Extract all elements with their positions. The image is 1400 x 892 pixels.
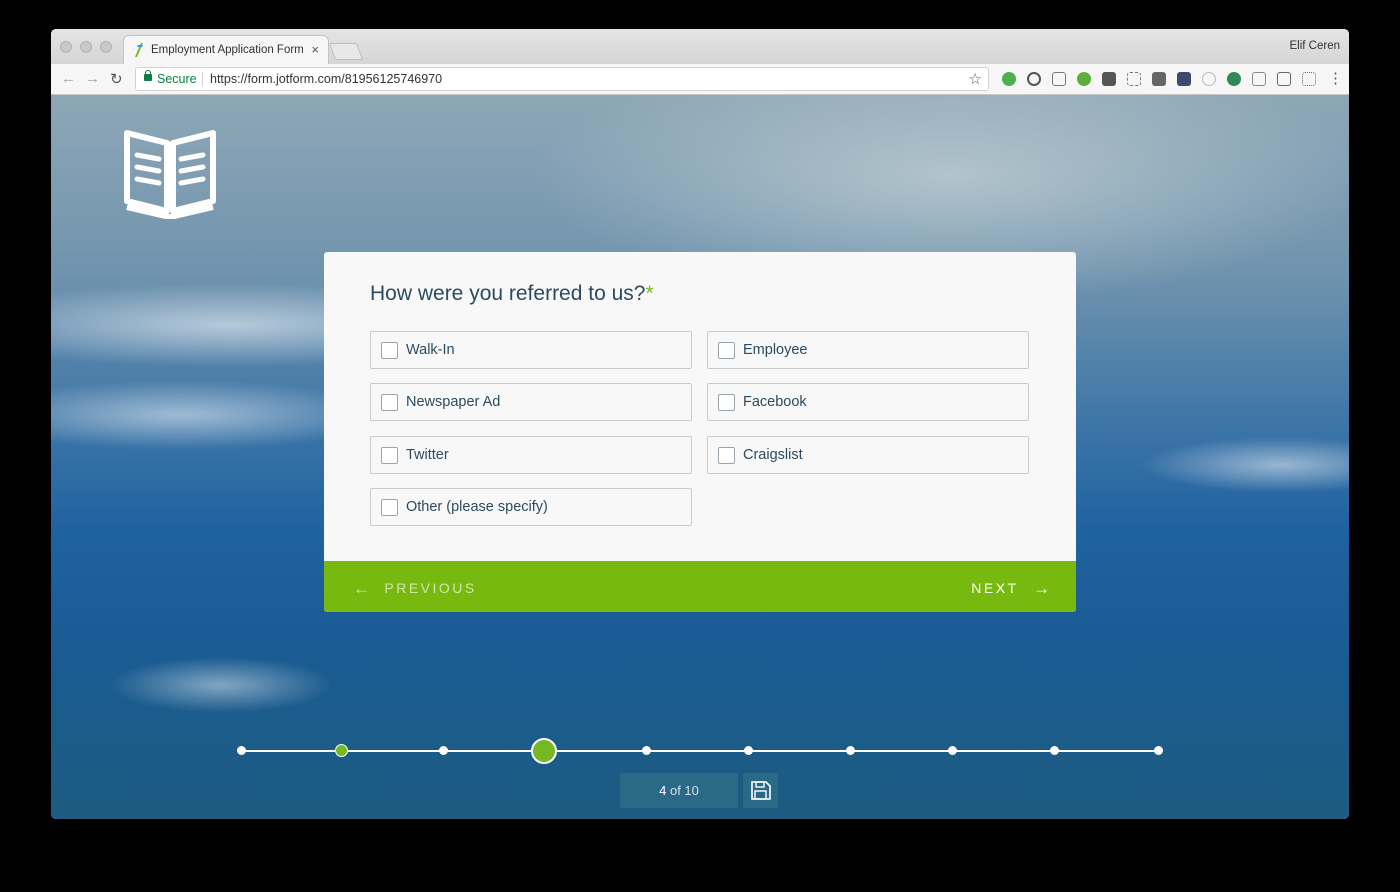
progress-step-7[interactable] <box>846 746 855 755</box>
arrow-left-icon: ← <box>353 579 370 598</box>
option-label: Walk-In <box>406 342 455 358</box>
page-counter: 4 of 10 <box>620 773 738 808</box>
option-label: Craigslist <box>743 447 803 463</box>
browser-menu-icon[interactable]: ⋮ <box>1328 69 1343 87</box>
url-text[interactable]: https://form.jotform.com/81956125746970 <box>210 72 442 86</box>
extension-3-icon[interactable] <box>1052 72 1066 86</box>
address-bar[interactable]: Secure https://form.jotform.com/81956125… <box>135 67 989 91</box>
option-facebook[interactable]: Facebook <box>707 383 1029 421</box>
book-logo-icon <box>124 130 216 219</box>
extension-11-icon[interactable] <box>1252 72 1266 86</box>
new-tab-button[interactable] <box>328 43 364 60</box>
option-employee[interactable]: Employee <box>707 331 1029 369</box>
checkbox[interactable] <box>718 447 735 464</box>
option-label: Twitter <box>406 447 449 463</box>
extension-6-icon[interactable] <box>1127 72 1141 86</box>
previous-label: PREVIOUS <box>384 580 477 596</box>
option-label: Employee <box>743 342 808 358</box>
maximize-window-button[interactable] <box>100 41 112 53</box>
reload-button[interactable]: ↻ <box>110 70 123 88</box>
option-label: Facebook <box>743 394 807 410</box>
option-label: Other (please specify) <box>406 499 548 515</box>
profile-name[interactable]: Elif Ceren <box>1290 40 1341 52</box>
option-label: Newspaper Ad <box>406 394 501 410</box>
url-divider <box>202 72 203 86</box>
progress-track <box>241 750 1159 752</box>
progress-step-10[interactable] <box>1154 746 1163 755</box>
required-asterisk: * <box>645 282 654 305</box>
progress-step-3[interactable] <box>439 746 448 755</box>
progress-step-2[interactable] <box>335 744 348 757</box>
progress-step-4-current[interactable] <box>531 738 557 764</box>
bookmark-star-icon[interactable]: ☆ <box>969 70 982 88</box>
extension-2-icon[interactable] <box>1027 72 1041 86</box>
floppy-disk-icon <box>751 781 771 800</box>
option-twitter[interactable]: Twitter <box>370 436 692 474</box>
extension-10-icon[interactable] <box>1227 72 1241 86</box>
question-card: How were you referred to us?* Walk-In Em… <box>324 252 1076 612</box>
extension-5-icon[interactable] <box>1102 72 1116 86</box>
previous-button[interactable]: ← PREVIOUS <box>353 578 477 598</box>
progress-step-9[interactable] <box>1050 746 1059 755</box>
secure-label: Secure <box>157 72 197 86</box>
checkbox[interactable] <box>381 394 398 411</box>
option-walk-in[interactable]: Walk-In <box>370 331 692 369</box>
close-tab-icon[interactable]: × <box>311 42 319 57</box>
checkbox[interactable] <box>381 499 398 516</box>
progress-step-5[interactable] <box>642 746 651 755</box>
browser-toolbar: ← → ↻ Secure https://form.jotform.com/81… <box>51 64 1349 95</box>
next-label: NEXT <box>971 580 1019 596</box>
lock-icon <box>144 70 152 81</box>
option-newspaper-ad[interactable]: Newspaper Ad <box>370 383 692 421</box>
browser-window: Employment Application Form × Elif Ceren… <box>51 29 1349 819</box>
checkbox[interactable] <box>718 394 735 411</box>
extension-4-icon[interactable] <box>1077 72 1091 86</box>
back-button[interactable]: ← <box>61 70 76 87</box>
current-page: 4 <box>659 783 667 798</box>
next-button[interactable]: NEXT → <box>971 578 1050 598</box>
tab-title: Employment Application Form <box>151 44 304 56</box>
form-page: How were you referred to us?* Walk-In Em… <box>51 95 1349 819</box>
forward-button[interactable]: → <box>85 70 100 87</box>
checkbox[interactable] <box>381 447 398 464</box>
save-button[interactable] <box>743 773 778 808</box>
pocket-icon[interactable] <box>1177 72 1191 86</box>
extension-7-icon[interactable] <box>1152 72 1166 86</box>
jotform-favicon-icon <box>135 43 143 57</box>
option-other[interactable]: Other (please specify) <box>370 488 692 526</box>
question-title: How were you referred to us?* <box>370 282 654 306</box>
minimize-window-button[interactable] <box>80 41 92 53</box>
close-window-button[interactable] <box>60 41 72 53</box>
page-total: of 10 <box>669 783 699 798</box>
option-craigslist[interactable]: Craigslist <box>707 436 1029 474</box>
extension-12-icon[interactable] <box>1277 72 1291 86</box>
tab-employment-application[interactable]: Employment Application Form × <box>123 35 329 64</box>
extension-1-icon[interactable] <box>1002 72 1016 86</box>
extension-13-icon[interactable] <box>1302 72 1316 86</box>
arrow-right-icon: → <box>1033 579 1050 598</box>
progress-step-6[interactable] <box>744 746 753 755</box>
question-text: How were you referred to us? <box>370 282 646 305</box>
tab-bar: Employment Application Form × Elif Ceren <box>51 29 1349 64</box>
progress-step-8[interactable] <box>948 746 957 755</box>
progress-step-1[interactable] <box>237 746 246 755</box>
extension-9-icon[interactable] <box>1202 72 1216 86</box>
checkbox[interactable] <box>718 342 735 359</box>
form-navigation-bar: ← PREVIOUS NEXT → <box>324 561 1076 612</box>
checkbox[interactable] <box>381 342 398 359</box>
